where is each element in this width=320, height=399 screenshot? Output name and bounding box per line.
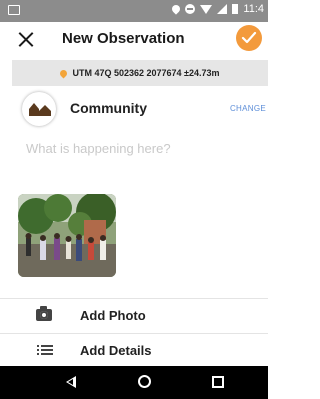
status-icons: 11:4 — [170, 3, 264, 15]
screen-icon — [8, 5, 20, 15]
list-icon — [37, 344, 53, 356]
add-photo-button[interactable]: Add Photo — [0, 299, 268, 333]
battery-icon — [232, 4, 239, 14]
category-row: Community CHANGE — [0, 88, 268, 128]
category-label: Community — [70, 100, 147, 116]
location-icon — [170, 3, 183, 15]
category-avatar — [22, 92, 56, 126]
check-icon — [241, 31, 257, 44]
signal-icon — [217, 4, 228, 14]
recent-apps-icon[interactable] — [212, 376, 224, 388]
camera-icon — [36, 306, 52, 321]
location-pin-icon — [59, 68, 69, 78]
change-category-link[interactable]: CHANGE — [230, 104, 266, 113]
wifi-icon — [200, 4, 213, 14]
system-nav-bar — [0, 366, 268, 399]
status-bar: 11:4 — [0, 0, 268, 22]
gps-coordinates: UTM 47Q 502362 2077674 ±24.73m — [72, 68, 220, 78]
close-icon[interactable] — [14, 28, 38, 52]
confirm-button[interactable] — [236, 25, 262, 51]
photo-image — [18, 194, 116, 277]
description-input[interactable] — [26, 141, 256, 156]
gps-location-bar: UTM 47Q 502362 2077674 ±24.73m — [12, 60, 268, 86]
add-details-label: Add Details — [80, 343, 152, 358]
community-houses-icon — [29, 103, 51, 116]
page-title: New Observation — [62, 30, 185, 47]
do-not-disturb-icon — [185, 4, 196, 14]
add-details-button[interactable]: Add Details — [0, 334, 268, 368]
photo-thumbnail[interactable] — [18, 194, 116, 277]
status-time: 11:4 — [243, 3, 264, 15]
add-photo-label: Add Photo — [80, 308, 146, 323]
back-icon[interactable] — [66, 376, 76, 388]
home-icon[interactable] — [138, 375, 151, 388]
app-bar: New Observation — [0, 22, 268, 58]
